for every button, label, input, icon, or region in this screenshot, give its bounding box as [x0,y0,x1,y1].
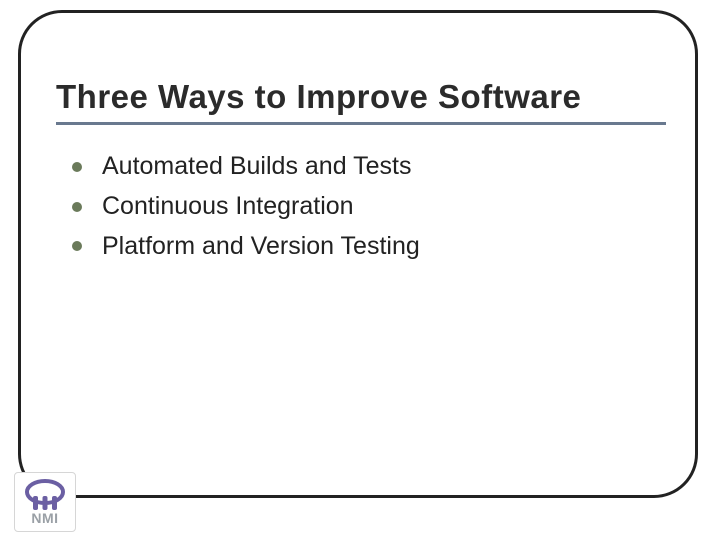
bullet-text: Platform and Version Testing [102,230,420,264]
bullet-icon [72,241,82,251]
list-item: Continuous Integration [72,190,632,224]
bullet-list: Automated Builds and Tests Continuous In… [72,150,632,269]
bullet-text: Continuous Integration [102,190,354,224]
list-item: Automated Builds and Tests [72,150,632,184]
bullet-icon [72,202,82,212]
slide-title: Three Ways to Improve Software [56,78,666,125]
bullet-text: Automated Builds and Tests [102,150,411,184]
logo-label: NMI [31,510,58,526]
bullet-icon [72,162,82,172]
logo-glyph-icon [23,478,67,512]
nmi-logo: NMI [14,472,76,532]
list-item: Platform and Version Testing [72,230,632,264]
